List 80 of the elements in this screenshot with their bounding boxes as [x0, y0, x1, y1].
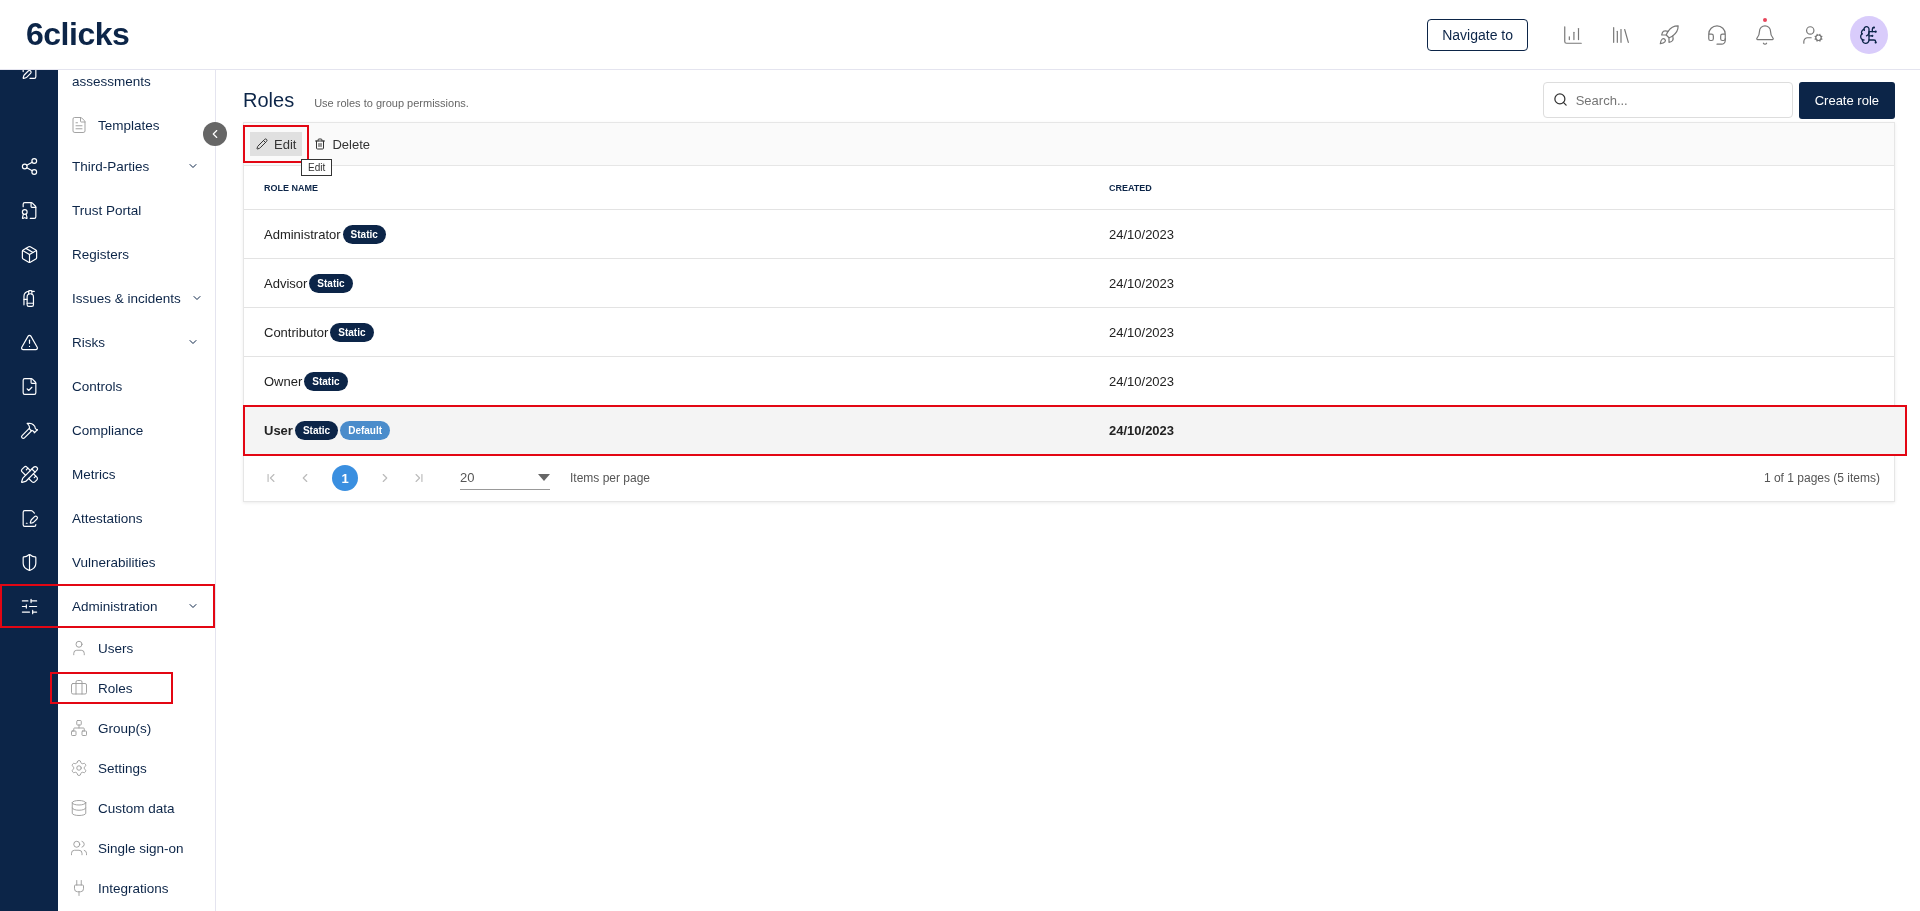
- pencil-ruler-icon[interactable]: [19, 464, 39, 484]
- sidebar-item[interactable]: Attestations: [58, 496, 201, 540]
- sidebar-item[interactable]: Third-Parties: [58, 144, 201, 188]
- sidebar-item[interactable]: Custom data: [58, 788, 201, 828]
- page-summary: 1 of 1 pages (5 items): [1763, 471, 1880, 485]
- sidebar-item[interactable]: Trust Portal: [58, 188, 201, 232]
- role-tag: Static: [304, 371, 348, 391]
- box-icon[interactable]: [19, 244, 39, 264]
- column-header: ROLE NAME: [264, 182, 319, 193]
- role-name: Contributor: [264, 324, 329, 340]
- rocket-icon[interactable]: [1658, 23, 1680, 46]
- sidebar-item[interactable]: Group(s): [58, 708, 201, 748]
- role-name: Administrator: [264, 226, 341, 242]
- sidebar-item[interactable]: Compliance: [58, 408, 201, 452]
- trash-icon: [314, 138, 327, 150]
- hierarchy-icon: [70, 719, 88, 737]
- role-tag: Static: [330, 322, 374, 342]
- column-header: CREATED: [1109, 182, 1153, 193]
- sidebar-item[interactable]: Templates: [58, 106, 201, 144]
- search-field[interactable]: Search...: [1542, 82, 1793, 118]
- sidebar-item[interactable]: Administration: [58, 584, 201, 628]
- sidebar-item[interactable]: Users: [58, 628, 201, 668]
- role-tag: Default: [340, 420, 391, 440]
- page-subtitle: Use roles to group permissions.: [314, 97, 469, 109]
- page-size-dropdown[interactable]: 20: [460, 466, 550, 490]
- sidebar-item[interactable]: Integrations: [58, 868, 201, 908]
- collapse-button[interactable]: [203, 122, 227, 146]
- created-date: 24/10/2023: [1109, 275, 1176, 291]
- sidebar-item[interactable]: Controls: [58, 364, 201, 408]
- edit-button[interactable]: Edit: [250, 132, 303, 156]
- avatar[interactable]: [1850, 15, 1888, 54]
- tooltip: Edit: [301, 159, 333, 176]
- sidebar-item[interactable]: Registers: [58, 232, 201, 276]
- created-date: 24/10/2023: [1109, 226, 1176, 242]
- role-name: Owner: [264, 373, 303, 389]
- logo[interactable]: 6clicks: [26, 16, 130, 53]
- sidebar-item[interactable]: Settings: [58, 748, 201, 788]
- created-date: 24/10/2023: [1109, 422, 1176, 438]
- settings-icon: [70, 759, 88, 777]
- file-badge-icon[interactable]: [19, 200, 39, 220]
- role-tag: Static: [342, 224, 386, 244]
- role-name: User: [264, 422, 293, 438]
- create-role-button[interactable]: Create role: [1798, 81, 1895, 119]
- briefcase-icon: [70, 679, 88, 697]
- sidebar-item[interactable]: Single sign-on: [58, 828, 201, 868]
- role-tag: Static: [309, 273, 353, 293]
- sidebar-item[interactable]: Risks: [58, 320, 201, 364]
- file-icon: [70, 116, 88, 134]
- warning-icon[interactable]: [19, 332, 39, 352]
- page-size-label: Items per page: [570, 471, 651, 485]
- page-title: Roles: [243, 88, 295, 112]
- role-name: Advisor: [264, 275, 308, 291]
- database-icon: [70, 799, 88, 817]
- network-icon[interactable]: [19, 156, 39, 176]
- sidebar-item[interactable]: Issues & incidents: [58, 276, 205, 320]
- bell-icon[interactable]: [1754, 23, 1776, 46]
- table-row[interactable]: Contributor Static 24/10/2023: [244, 308, 1894, 357]
- table-row[interactable]: Advisor Static 24/10/2023: [244, 259, 1894, 308]
- delete-button[interactable]: Delete: [308, 132, 376, 156]
- table-row[interactable]: Owner Static 24/10/2023: [244, 357, 1894, 406]
- chart-icon[interactable]: [1562, 23, 1584, 46]
- sliders-icon[interactable]: [19, 596, 39, 616]
- sidebar-item[interactable]: assessments: [58, 70, 201, 106]
- table-row[interactable]: Administrator Static 24/10/2023: [244, 210, 1894, 259]
- sidebar-item[interactable]: Roles: [50, 672, 173, 704]
- hammer-icon[interactable]: [19, 420, 39, 440]
- pencil-icon: [256, 138, 268, 150]
- sidebar-item[interactable]: Vulnerabilities: [58, 540, 201, 584]
- users-icon: [70, 839, 88, 857]
- caret-icon: [538, 474, 550, 481]
- created-date: 24/10/2023: [1109, 373, 1176, 389]
- headset-icon[interactable]: [1706, 23, 1728, 46]
- sidebar-item[interactable]: Metrics: [58, 452, 201, 496]
- navigate-button[interactable]: Navigate to: [1427, 18, 1528, 51]
- table-row[interactable]: User Static Default 24/10/2023: [244, 406, 1906, 455]
- user-gear-icon[interactable]: [1802, 23, 1824, 46]
- created-date: 24/10/2023: [1109, 324, 1176, 340]
- role-tag: Static: [294, 420, 339, 440]
- user-icon: [70, 639, 88, 657]
- search-icon: [1552, 92, 1568, 107]
